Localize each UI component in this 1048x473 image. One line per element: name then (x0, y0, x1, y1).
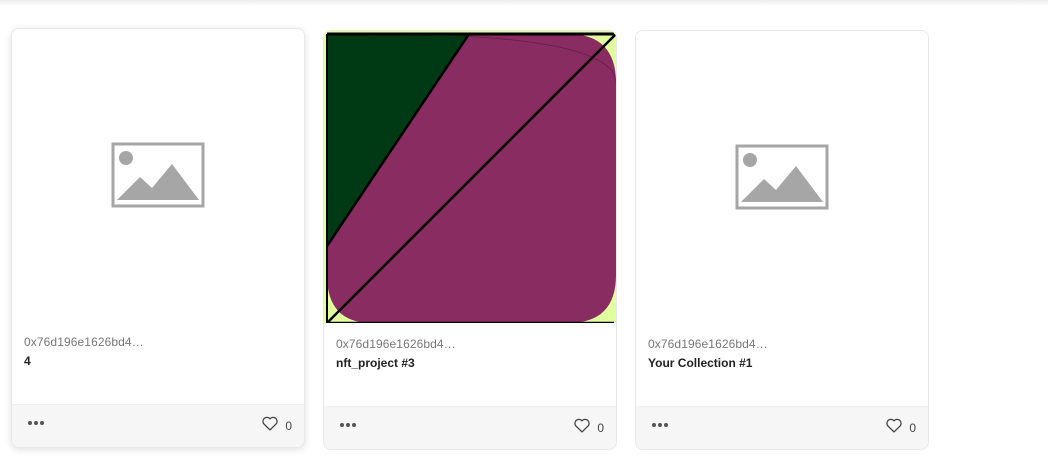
card-footer: 0 (12, 404, 304, 447)
card-meta: 0x76d196e1626bd4… Your Collection #1 (648, 337, 916, 370)
more-options-icon[interactable] (26, 417, 46, 429)
dot (658, 423, 662, 427)
image-placeholder-icon (111, 142, 205, 208)
heart-icon[interactable] (573, 417, 591, 438)
nft-name[interactable]: nft_project #3 (336, 356, 604, 370)
dot (352, 423, 356, 427)
dot (652, 423, 656, 427)
card-meta: 0x76d196e1626bd4… 4 (24, 335, 292, 368)
card-media[interactable] (636, 31, 928, 323)
more-options-icon[interactable] (338, 419, 358, 431)
like-count: 0 (285, 418, 292, 433)
owner-address[interactable]: 0x76d196e1626bd4… (336, 337, 604, 351)
dot (346, 423, 350, 427)
dot (40, 421, 44, 425)
like-count: 0 (909, 420, 916, 435)
like-button[interactable]: 0 (573, 417, 604, 438)
card-meta: 0x76d196e1626bd4… nft_project #3 (336, 337, 604, 370)
nft-card[interactable]: 0x76d196e1626bd4… nft_project #3 0 (323, 30, 617, 450)
nft-name[interactable]: Your Collection #1 (648, 356, 916, 370)
dot (34, 421, 38, 425)
nft-name[interactable]: 4 (24, 354, 292, 368)
heart-icon[interactable] (885, 417, 903, 438)
heart-icon[interactable] (261, 415, 279, 436)
nft-artwork (324, 31, 616, 323)
owner-address[interactable]: 0x76d196e1626bd4… (24, 335, 292, 349)
dot (664, 423, 668, 427)
dot (340, 423, 344, 427)
nft-card[interactable]: 0x76d196e1626bd4… 4 0 (11, 28, 305, 448)
card-media[interactable] (324, 31, 616, 323)
owner-address[interactable]: 0x76d196e1626bd4… (648, 337, 916, 351)
dot (28, 421, 32, 425)
like-count: 0 (597, 420, 604, 435)
nft-card[interactable]: 0x76d196e1626bd4… Your Collection #1 0 (635, 30, 929, 450)
card-footer: 0 (324, 406, 616, 449)
like-button[interactable]: 0 (885, 417, 916, 438)
card-footer: 0 (636, 406, 928, 449)
nft-card-grid: 0x76d196e1626bd4… 4 0 0x76d196e1626bd4… … (0, 0, 1048, 473)
like-button[interactable]: 0 (261, 415, 292, 436)
more-options-icon[interactable] (650, 419, 670, 431)
image-placeholder-icon (735, 144, 829, 210)
card-media[interactable] (12, 29, 304, 321)
